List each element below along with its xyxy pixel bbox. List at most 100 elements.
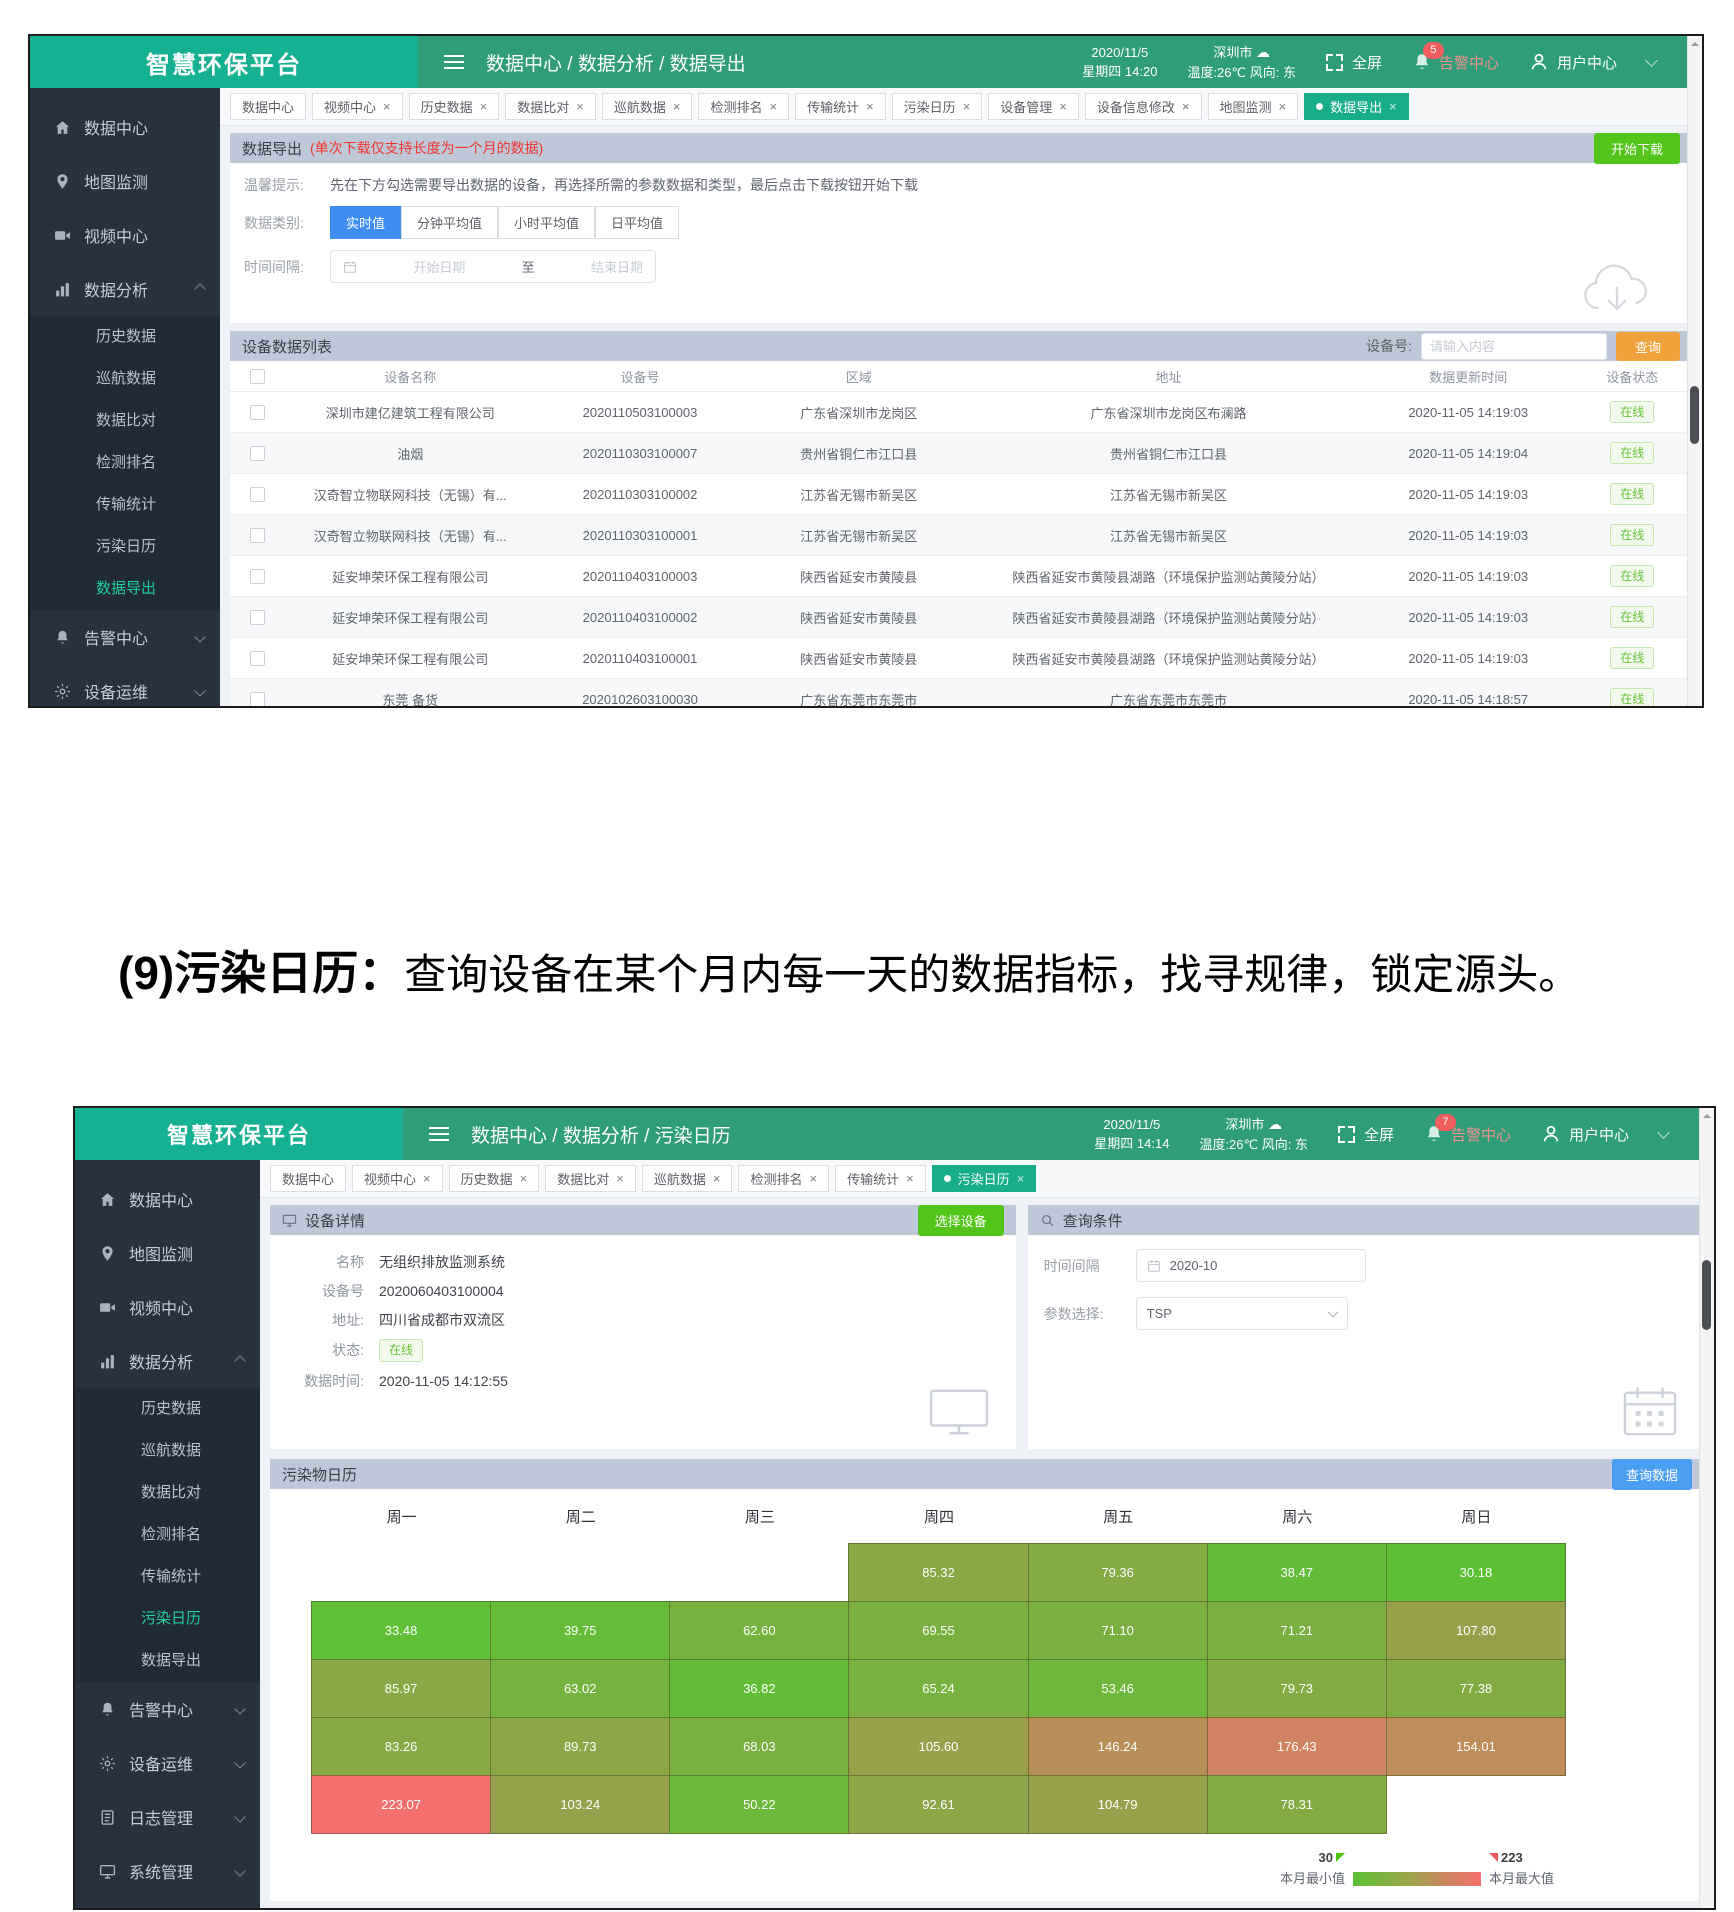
- sidebar-subitem[interactable]: 传输统计: [75, 1556, 260, 1598]
- calendar-cell[interactable]: 36.82: [669, 1659, 849, 1718]
- search-button[interactable]: 查询: [1616, 332, 1680, 361]
- calendar-cell[interactable]: 89.73: [490, 1717, 670, 1776]
- calendar-cell[interactable]: 63.02: [490, 1659, 670, 1718]
- category-button[interactable]: 实时值: [330, 206, 401, 239]
- tab-close-icon[interactable]: ×: [963, 99, 971, 114]
- calendar-cell[interactable]: 154.01: [1386, 1717, 1566, 1776]
- tab-close-icon[interactable]: ×: [809, 1171, 817, 1186]
- row-checkbox[interactable]: [250, 528, 265, 543]
- tab[interactable]: 巡航数据×: [602, 93, 693, 120]
- tab-close-icon[interactable]: ×: [576, 99, 584, 114]
- select-device-button[interactable]: 选择设备: [918, 1205, 1004, 1236]
- calendar-cell[interactable]: 77.38: [1386, 1659, 1566, 1718]
- sidebar-subitem[interactable]: 数据导出: [30, 568, 220, 610]
- chevron-down-icon[interactable]: [1657, 1126, 1670, 1139]
- sidebar-item[interactable]: 设备运维: [75, 1736, 260, 1790]
- tab[interactable]: 设备信息修改×: [1085, 93, 1202, 120]
- tab-close-icon[interactable]: ×: [383, 99, 391, 114]
- tab[interactable]: 设备管理×: [988, 93, 1079, 120]
- calendar-cell[interactable]: 92.61: [848, 1775, 1028, 1834]
- alarm-center-button[interactable]: 7 告警中心: [1424, 1124, 1511, 1145]
- calendar-cell[interactable]: 107.80: [1386, 1601, 1566, 1660]
- tab-close-icon[interactable]: ×: [1059, 99, 1067, 114]
- category-button[interactable]: 日平均值: [595, 206, 679, 239]
- tab-close-icon[interactable]: ×: [713, 1171, 721, 1186]
- tab[interactable]: 数据中心: [270, 1165, 346, 1192]
- scrollbar[interactable]: [1687, 36, 1702, 706]
- row-checkbox[interactable]: [250, 405, 265, 420]
- tab[interactable]: 传输统计×: [795, 93, 886, 120]
- tab[interactable]: 数据比对×: [545, 1165, 636, 1192]
- tab[interactable]: 历史数据×: [409, 93, 500, 120]
- sidebar-item[interactable]: 数据分析: [75, 1334, 260, 1388]
- sidebar-subitem[interactable]: 历史数据: [75, 1388, 260, 1430]
- calendar-cell[interactable]: 53.46: [1028, 1659, 1208, 1718]
- sidebar-item[interactable]: 地图监测: [30, 154, 220, 208]
- sidebar-subitem[interactable]: 检测排名: [75, 1514, 260, 1556]
- tab-close-icon[interactable]: ×: [1279, 99, 1287, 114]
- calendar-cell[interactable]: 85.97: [311, 1659, 491, 1718]
- calendar-cell[interactable]: 146.24: [1028, 1717, 1208, 1776]
- sidebar-item[interactable]: 视频中心: [30, 208, 220, 262]
- sidebar-item[interactable]: 数据分析: [30, 262, 220, 316]
- date-range-input[interactable]: 开始日期 至 结束日期: [330, 250, 656, 283]
- calendar-cell[interactable]: 30.18: [1386, 1543, 1566, 1602]
- sidebar-item[interactable]: 数据中心: [75, 1172, 260, 1226]
- user-center-button[interactable]: 用户中心: [1529, 52, 1617, 73]
- sidebar-subitem[interactable]: 数据导出: [75, 1640, 260, 1682]
- tab[interactable]: 数据中心: [230, 93, 306, 120]
- calendar-cell[interactable]: 78.31: [1207, 1775, 1387, 1834]
- sidebar-item[interactable]: 视频中心: [75, 1280, 260, 1334]
- sidebar-subitem[interactable]: 数据比对: [30, 400, 220, 442]
- calendar-cell[interactable]: 83.26: [311, 1717, 491, 1776]
- sidebar-subitem[interactable]: 巡航数据: [75, 1430, 260, 1472]
- sidebar-subitem[interactable]: 污染日历: [30, 526, 220, 568]
- category-button[interactable]: 分钟平均值: [401, 206, 498, 239]
- row-checkbox[interactable]: [250, 487, 265, 502]
- calendar-cell[interactable]: 104.79: [1028, 1775, 1208, 1834]
- tab-close-icon[interactable]: ×: [866, 99, 874, 114]
- tab[interactable]: 数据导出×: [1304, 93, 1409, 120]
- tab-close-icon[interactable]: ×: [616, 1171, 624, 1186]
- sidebar-subitem[interactable]: 数据比对: [75, 1472, 260, 1514]
- query-data-button[interactable]: 查询数据: [1612, 1459, 1692, 1490]
- start-download-button[interactable]: 开始下载: [1594, 133, 1680, 164]
- fullscreen-button[interactable]: 全屏: [1338, 1124, 1394, 1145]
- row-checkbox[interactable]: [250, 651, 265, 666]
- calendar-cell[interactable]: 176.43: [1207, 1717, 1387, 1776]
- tab-close-icon[interactable]: ×: [1389, 99, 1397, 114]
- scrollbar[interactable]: [1699, 1108, 1714, 1908]
- sidebar-item[interactable]: 地图监测: [75, 1226, 260, 1280]
- tab[interactable]: 地图监测×: [1208, 93, 1299, 120]
- tab[interactable]: 检测排名×: [698, 93, 789, 120]
- fullscreen-button[interactable]: 全屏: [1326, 52, 1382, 73]
- calendar-cell[interactable]: 68.03: [669, 1717, 849, 1776]
- sidebar-item[interactable]: 数据大屏: [75, 1898, 260, 1908]
- calendar-cell[interactable]: 105.60: [848, 1717, 1028, 1776]
- tab-close-icon[interactable]: ×: [1182, 99, 1190, 114]
- sidebar-item[interactable]: 设备运维: [30, 664, 220, 706]
- sidebar-item[interactable]: 数据中心: [30, 100, 220, 154]
- alarm-center-button[interactable]: 5 告警中心: [1412, 52, 1499, 73]
- calendar-cell[interactable]: 85.32: [848, 1543, 1028, 1602]
- calendar-cell[interactable]: 62.60: [669, 1601, 849, 1660]
- sidebar-item[interactable]: 告警中心: [30, 610, 220, 664]
- calendar-cell[interactable]: 33.48: [311, 1601, 491, 1660]
- sidebar-subitem[interactable]: 巡航数据: [30, 358, 220, 400]
- sidebar-item[interactable]: 日志管理: [75, 1790, 260, 1844]
- calendar-cell[interactable]: 79.73: [1207, 1659, 1387, 1718]
- tab[interactable]: 污染日历×: [892, 93, 983, 120]
- menu-toggle-icon[interactable]: [444, 36, 464, 88]
- sidebar-item[interactable]: 告警中心: [75, 1682, 260, 1736]
- tab[interactable]: 数据比对×: [505, 93, 596, 120]
- scroll-up-icon[interactable]: [1700, 1108, 1714, 1123]
- tab[interactable]: 传输统计×: [835, 1165, 926, 1192]
- calendar-cell[interactable]: 38.47: [1207, 1543, 1387, 1602]
- sidebar-item[interactable]: 系统管理: [75, 1844, 260, 1898]
- tab-close-icon[interactable]: ×: [906, 1171, 914, 1186]
- calendar-cell[interactable]: 71.10: [1028, 1601, 1208, 1660]
- calendar-cell[interactable]: 39.75: [490, 1601, 670, 1660]
- tab[interactable]: 检测排名×: [738, 1165, 829, 1192]
- row-checkbox[interactable]: [250, 569, 265, 584]
- menu-toggle-icon[interactable]: [429, 1108, 449, 1160]
